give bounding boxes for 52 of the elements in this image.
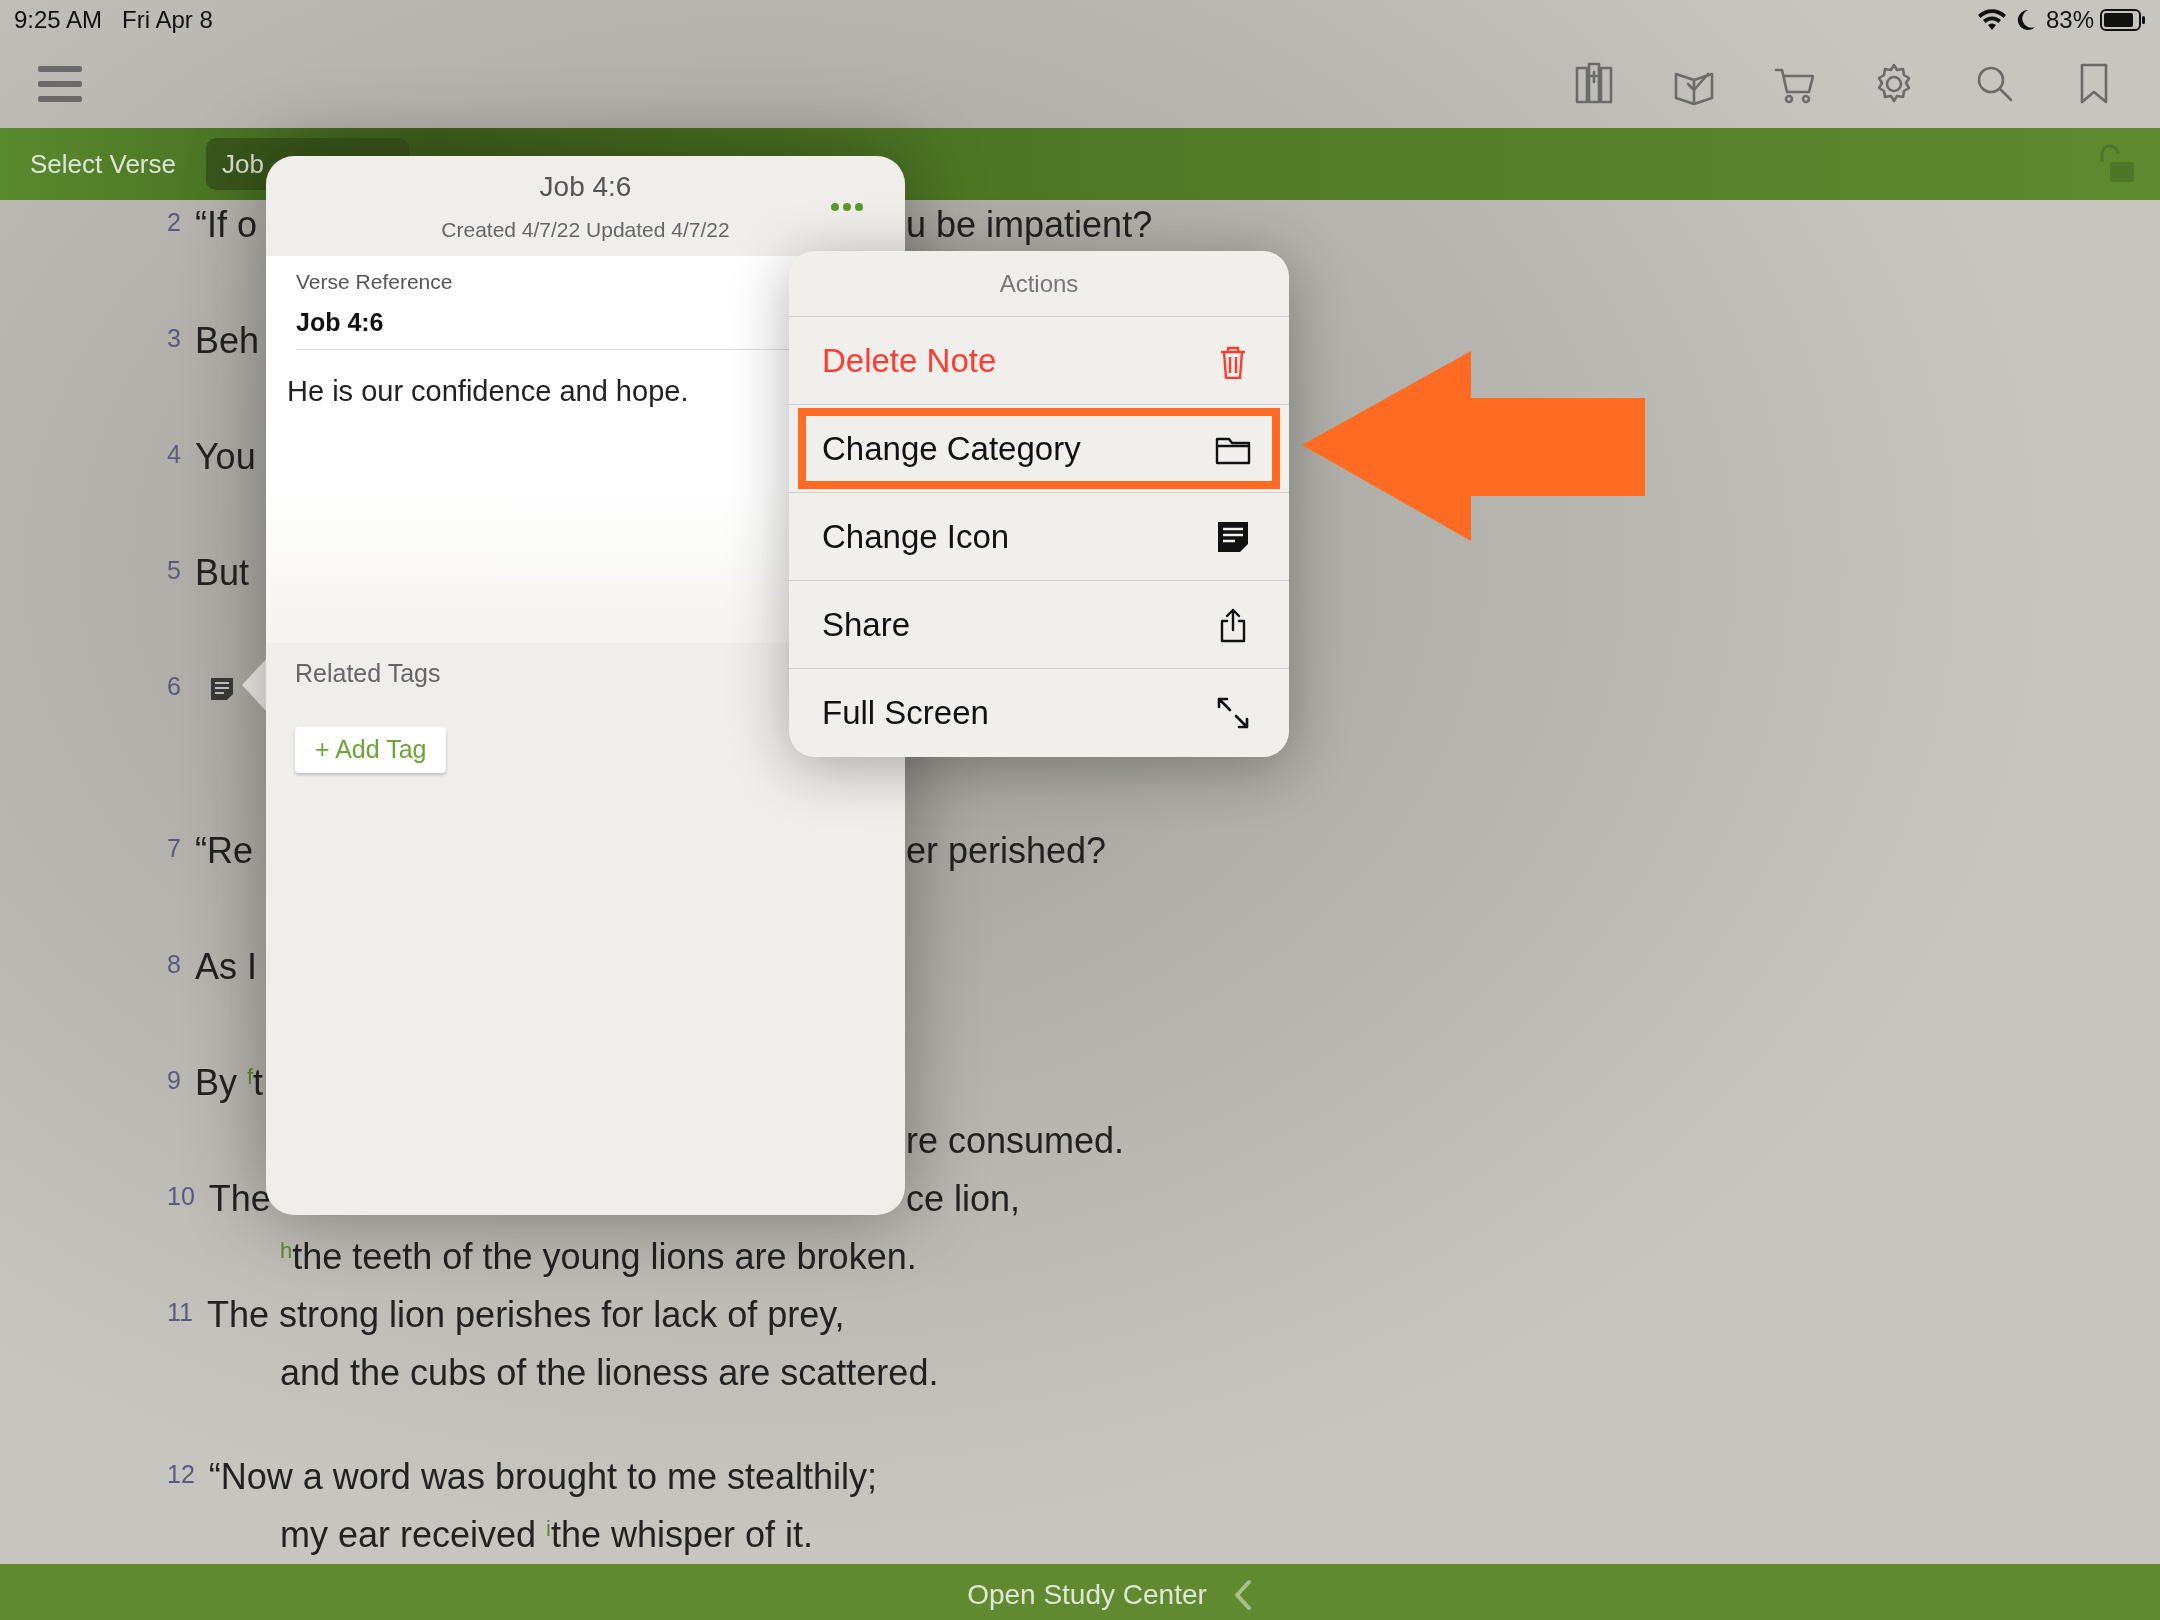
verse-text: “Re xyxy=(194,829,253,873)
verse-number: 5 xyxy=(167,555,181,586)
verse-text: The xyxy=(208,1177,271,1221)
verse-number: 2 xyxy=(167,207,181,238)
verse-text: er perished? xyxy=(906,829,1108,873)
verse-number: 3 xyxy=(167,323,181,354)
verse-number: 8 xyxy=(167,949,181,980)
verse-number: 7 xyxy=(167,833,181,864)
verse-text: $^{h}$the teeth of the young lions are broken. xyxy=(279,1235,917,1279)
note-dates: Created 4/7/22 Updated 4/7/22 xyxy=(441,217,730,244)
chevron-left-icon[interactable] xyxy=(1232,1578,1253,1611)
section-label: Related Tags xyxy=(295,658,441,689)
battery-percentage: 83% xyxy=(2045,5,2094,35)
note-body: He is our confidence and hope. xyxy=(287,374,689,409)
verse-text: ce lion, xyxy=(906,1177,1022,1221)
verse-text: my ear received $^{i}$the whisper of it. xyxy=(279,1513,814,1557)
more-icon[interactable] xyxy=(830,202,864,212)
wifi-icon xyxy=(1977,9,2006,31)
menu-item[interactable]: Change Icon xyxy=(789,493,1289,581)
menu-icon[interactable] xyxy=(38,64,82,104)
verse-number: 9 xyxy=(167,1065,181,1096)
note-title: Job 4:6 xyxy=(539,170,632,205)
verse-text: You xyxy=(194,435,256,479)
menu-item[interactable]: Change Category xyxy=(789,405,1289,493)
verse-text: “Now a word was brought to me stealthily; xyxy=(208,1455,878,1499)
verse-text: Beh xyxy=(194,319,259,363)
expand-icon xyxy=(1215,695,1251,731)
verse-text: re consumed. xyxy=(906,1119,1126,1163)
verse-reference: Job 4:6 xyxy=(296,306,385,338)
verse-number: 4 xyxy=(167,439,181,470)
moon-icon xyxy=(2015,9,2036,31)
field-label: Verse Reference xyxy=(296,269,454,295)
menu-item[interactable]: Share xyxy=(789,581,1289,669)
verse-number: 10 xyxy=(167,1181,195,1212)
verse-text: As I xyxy=(194,945,257,989)
menu-item[interactable]: Full Screen xyxy=(789,669,1289,757)
battery-icon xyxy=(2100,9,2146,31)
verse-number: 11 xyxy=(167,1297,193,1328)
menu-title: Actions xyxy=(789,251,1289,317)
status-date: Fri Apr 8 xyxy=(122,5,213,35)
verse-text: The strong lion perishes for lack of prey, xyxy=(206,1293,845,1337)
verse-text: But xyxy=(194,551,249,595)
verse-number: 6 xyxy=(167,671,181,702)
books-icon[interactable] xyxy=(1574,62,1614,106)
verse-text: By $^{f}$t xyxy=(194,1061,264,1105)
verse-text: “If o xyxy=(194,203,257,247)
select-verse-button[interactable]: Select Verse xyxy=(30,144,176,184)
verse-number: 12 xyxy=(167,1459,195,1490)
status-time: 9:25 AM xyxy=(14,5,103,35)
verse-text: u be impatient? xyxy=(906,203,1154,247)
verse-text: and the cubs of the lioness are scattered. xyxy=(279,1351,939,1395)
note-icon[interactable] xyxy=(208,676,235,702)
